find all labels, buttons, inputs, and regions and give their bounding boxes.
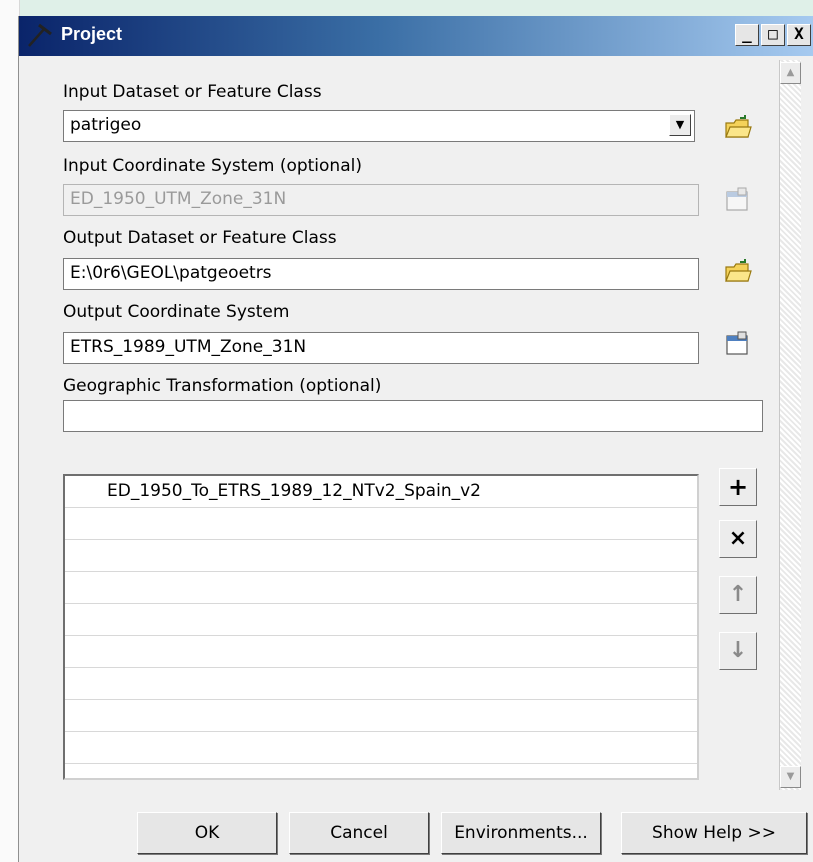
output-dataset-field[interactable]: E:\0r6\GEOL\patgeoetrs <box>63 258 699 290</box>
output-cs-properties-button[interactable] <box>719 328 757 364</box>
add-row-button[interactable]: + <box>719 468 757 506</box>
project-dialog: Project _ □ X ▲ ▼ Input Dataset or Featu… <box>18 16 813 862</box>
output-dataset-label: Output Dataset or Feature Class <box>63 228 337 248</box>
environments-button[interactable]: Environments... <box>441 812 601 854</box>
geo-transform-label: Geographic Transformation (optional) <box>63 376 382 396</box>
transformation-list[interactable]: ED_1950_To_ETRS_1989_12_NTv2_Spain_v2 <box>63 474 699 780</box>
spatial-reference-properties-icon <box>724 330 752 363</box>
input-cs-field: ED_1950_UTM_Zone_31N <box>63 184 699 216</box>
down-arrow-icon: ↓ <box>728 638 748 663</box>
list-row-empty[interactable] <box>65 636 697 668</box>
input-dataset-browse-button[interactable] <box>719 112 757 148</box>
geo-transform-input[interactable] <box>63 400 763 432</box>
background-strip-top <box>0 0 813 16</box>
input-dataset-value: patrigeo <box>70 115 142 135</box>
open-folder-icon <box>724 114 752 146</box>
move-up-button[interactable]: ↑ <box>719 576 757 614</box>
plus-icon: + <box>727 473 749 501</box>
ok-button[interactable]: OK <box>137 812 277 854</box>
input-dataset-field[interactable]: patrigeo <box>63 110 695 142</box>
list-row-empty[interactable] <box>65 668 697 700</box>
output-dataset-browse-button[interactable] <box>719 256 757 292</box>
up-arrow-icon: ↑ <box>728 582 748 607</box>
list-row-empty[interactable] <box>65 732 697 764</box>
input-dataset-label: Input Dataset or Feature Class <box>63 82 322 102</box>
show-help-button[interactable]: Show Help >> <box>621 812 807 854</box>
window-title: Project <box>61 24 123 44</box>
output-cs-label: Output Coordinate System <box>63 302 290 322</box>
scroll-up-arrow-icon[interactable]: ▲ <box>780 62 801 84</box>
minimize-button[interactable]: _ <box>735 24 759 46</box>
remove-row-button[interactable]: × <box>719 520 757 558</box>
spatial-reference-properties-icon <box>724 186 752 219</box>
list-row-empty[interactable] <box>65 604 697 636</box>
list-item-label: ED_1950_To_ETRS_1989_12_NTv2_Spain_v2 <box>107 481 481 501</box>
output-cs-field[interactable]: ETRS_1989_UTM_Zone_31N <box>63 332 699 364</box>
output-cs-value: ETRS_1989_UTM_Zone_31N <box>70 337 307 357</box>
vertical-scrollbar[interactable]: ▲ ▼ <box>779 60 801 790</box>
maximize-button[interactable]: □ <box>761 24 785 46</box>
open-folder-icon <box>724 258 752 290</box>
scroll-down-arrow-icon[interactable]: ▼ <box>780 766 801 788</box>
output-dataset-value: E:\0r6\GEOL\patgeoetrs <box>70 263 272 283</box>
list-row-empty[interactable] <box>65 572 697 604</box>
list-row-empty[interactable] <box>65 540 697 572</box>
input-cs-properties-button <box>719 184 757 220</box>
x-icon: × <box>728 526 748 551</box>
input-cs-value: ED_1950_UTM_Zone_31N <box>70 189 287 209</box>
title-bar[interactable]: Project _ □ X <box>19 16 813 56</box>
background-strip-left <box>0 0 20 862</box>
input-dataset-dropdown-button[interactable]: ▼ <box>669 114 691 136</box>
move-down-button[interactable]: ↓ <box>719 632 757 670</box>
hammer-icon <box>25 22 59 50</box>
list-item[interactable]: ED_1950_To_ETRS_1989_12_NTv2_Spain_v2 <box>65 476 697 508</box>
cancel-button[interactable]: Cancel <box>289 812 429 854</box>
list-row-empty[interactable] <box>65 508 697 540</box>
list-row-empty[interactable] <box>65 700 697 732</box>
input-cs-label: Input Coordinate System (optional) <box>63 156 362 176</box>
close-button[interactable]: X <box>787 24 811 46</box>
